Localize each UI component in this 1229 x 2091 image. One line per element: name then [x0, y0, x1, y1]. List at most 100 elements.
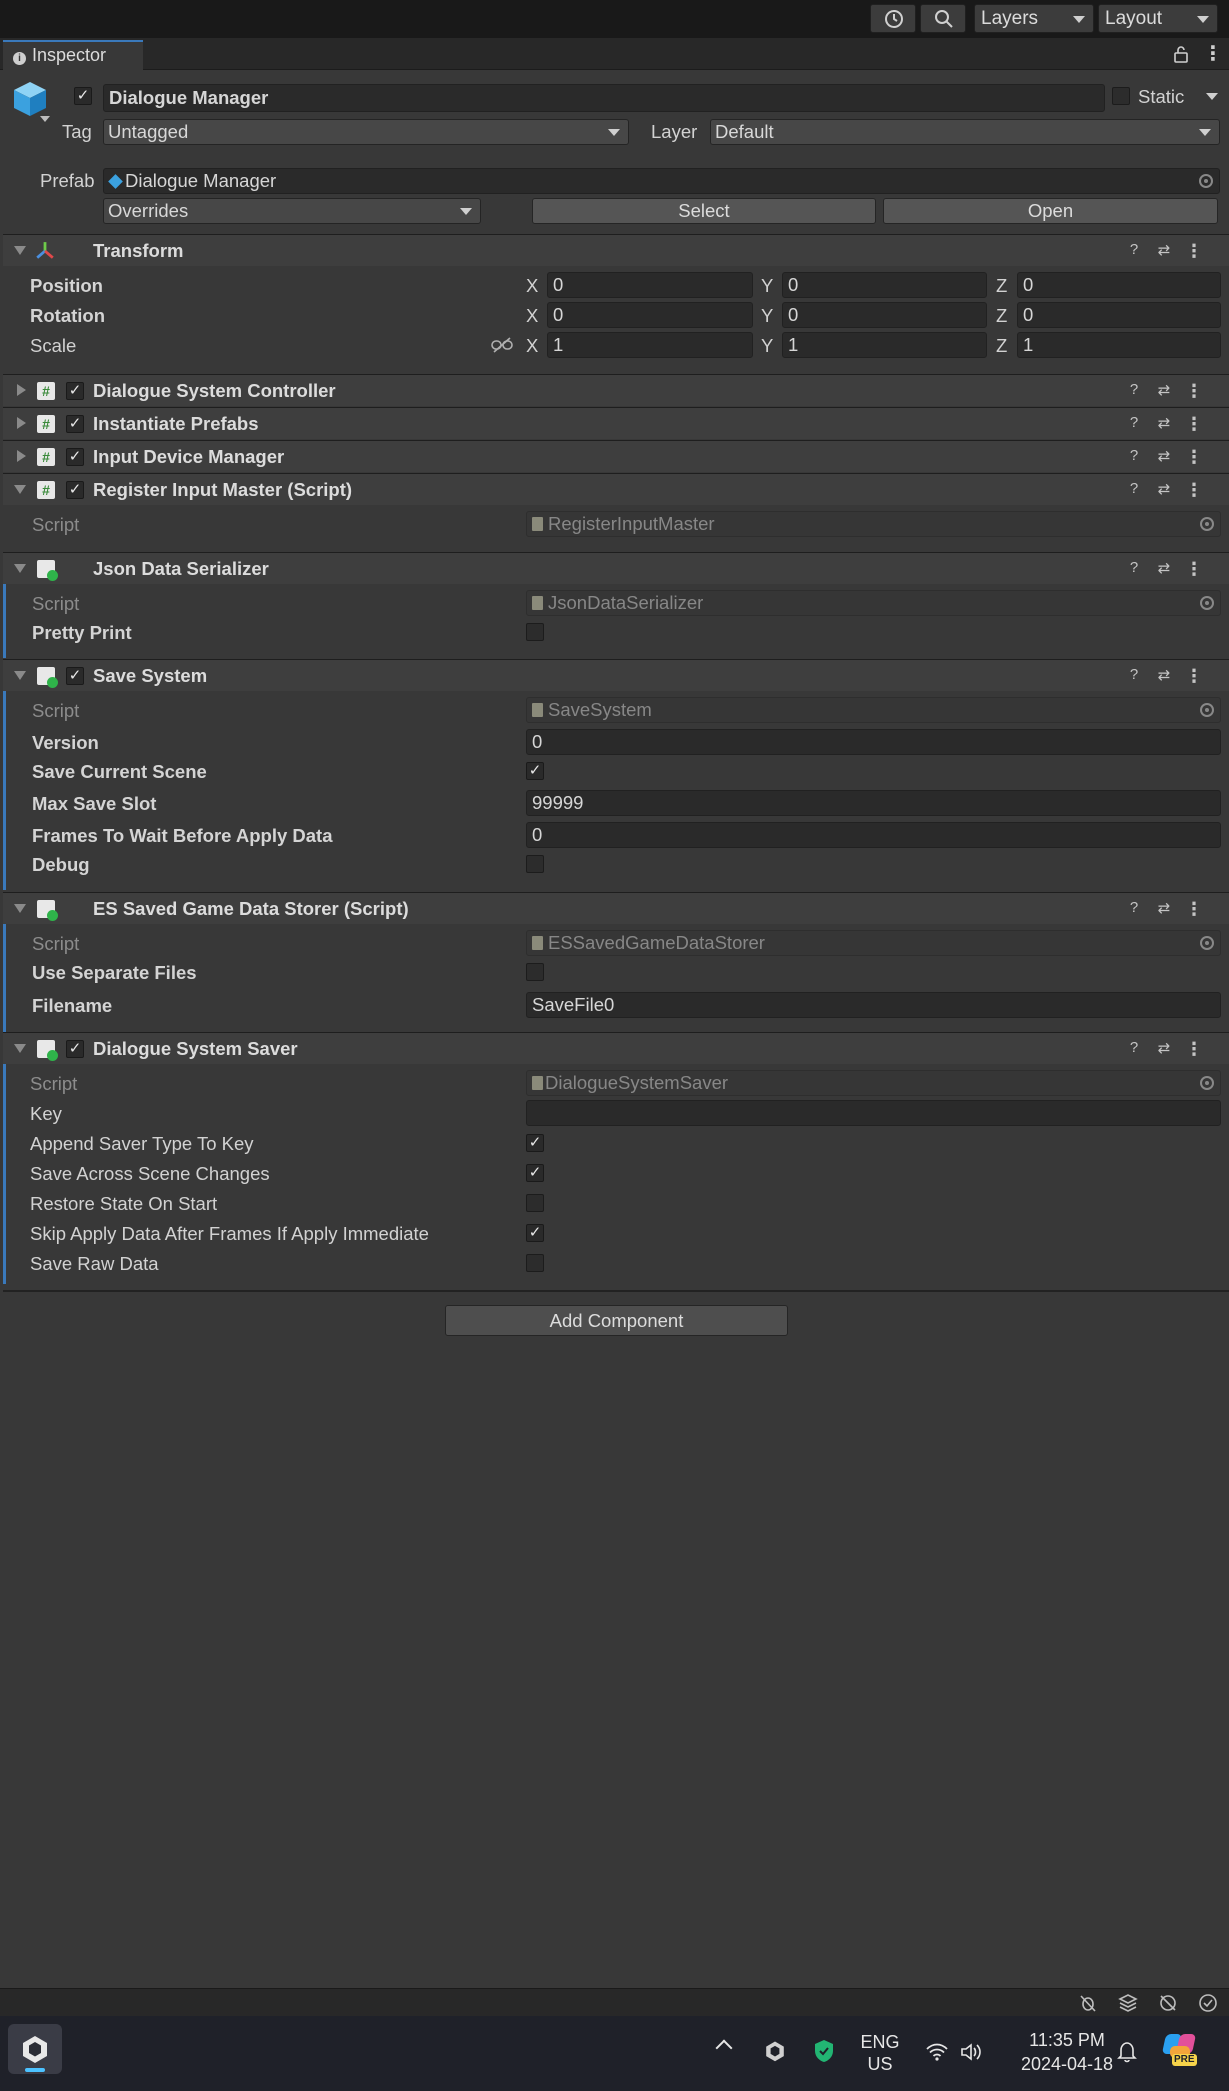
rotation-y-field[interactable]: 0 — [782, 302, 987, 328]
rotation-x-field[interactable]: 0 — [547, 302, 753, 328]
help-icon[interactable]: ? — [1125, 480, 1143, 500]
add-component-button[interactable]: Add Component — [445, 1305, 788, 1336]
presets-icon[interactable]: ⇄ — [1155, 666, 1173, 686]
help-icon[interactable]: ? — [1125, 899, 1143, 919]
chevron-up-icon[interactable] — [715, 2039, 733, 2057]
save-raw-data-checkbox[interactable] — [526, 1254, 544, 1272]
save-current-scene-checkbox[interactable]: ✓ — [526, 762, 544, 780]
volume-icon[interactable] — [960, 2042, 984, 2062]
component-header-instantiate-prefabs[interactable]: # ✓ Instantiate Prefabs ? ⇄ ⋮ — [3, 407, 1229, 439]
help-icon[interactable]: ? — [1125, 447, 1143, 467]
component-header-register-input-master[interactable]: # ✓ Register Input Master (Script) ? ⇄ ⋮ — [3, 473, 1229, 505]
enabled-checkbox[interactable]: ✓ — [66, 415, 84, 433]
presets-icon[interactable]: ⇄ — [1155, 559, 1173, 579]
layers-dropdown[interactable]: Layers — [974, 4, 1094, 33]
foldout-arrow-icon[interactable] — [14, 485, 26, 494]
component-header-input-device-manager[interactable]: # ✓ Input Device Manager ? ⇄ ⋮ — [3, 440, 1229, 472]
scale-y-field[interactable]: 1 — [782, 332, 987, 358]
foldout-arrow-icon[interactable] — [14, 904, 26, 913]
scale-z-field[interactable]: 1 — [1017, 332, 1221, 358]
search-button[interactable] — [920, 4, 966, 33]
object-picker-icon[interactable] — [1200, 1076, 1214, 1090]
more-menu-icon[interactable]: ⋮ — [1203, 41, 1223, 66]
component-header-save-system[interactable]: ✓ Save System ? ⇄ ⋮ — [3, 659, 1229, 691]
foldout-arrow-icon[interactable] — [17, 417, 26, 429]
context-menu-icon[interactable]: ⋮ — [1185, 447, 1203, 467]
filename-field[interactable]: SaveFile0 — [526, 992, 1221, 1018]
lock-icon[interactable] — [1173, 45, 1189, 63]
component-header-dialogue-system-saver[interactable]: ✓ Dialogue System Saver ? ⇄ ⋮ — [3, 1032, 1229, 1064]
position-y-field[interactable]: 0 — [782, 272, 987, 298]
tag-dropdown[interactable]: Untagged — [103, 119, 629, 145]
foldout-arrow-icon[interactable] — [14, 246, 26, 255]
object-picker-icon[interactable] — [1200, 936, 1214, 950]
save-across-scene-checkbox[interactable]: ✓ — [526, 1164, 544, 1182]
enabled-checkbox[interactable]: ✓ — [66, 382, 84, 400]
open-button[interactable]: Open — [883, 198, 1218, 224]
foldout-arrow-icon[interactable] — [14, 1044, 26, 1053]
enabled-checkbox[interactable]: ✓ — [66, 481, 84, 499]
presets-icon[interactable]: ⇄ — [1155, 480, 1173, 500]
enabled-checkbox[interactable]: ✓ — [66, 448, 84, 466]
max-save-slot-field[interactable]: 99999 — [526, 790, 1221, 816]
context-menu-icon[interactable]: ⋮ — [1185, 480, 1203, 500]
stack-icon[interactable] — [1118, 1993, 1138, 2013]
foldout-arrow-icon[interactable] — [14, 671, 26, 680]
context-menu-icon[interactable]: ⋮ — [1185, 666, 1203, 686]
restore-state-checkbox[interactable] — [526, 1194, 544, 1212]
object-picker-icon[interactable] — [1200, 703, 1214, 717]
clock[interactable]: 11:35 PM 2024-04-18 — [1005, 2028, 1129, 2076]
presets-icon[interactable]: ⇄ — [1155, 241, 1173, 261]
help-icon[interactable]: ? — [1125, 381, 1143, 401]
overrides-dropdown[interactable]: Overrides — [103, 198, 481, 224]
help-icon[interactable]: ? — [1125, 414, 1143, 434]
context-menu-icon[interactable]: ⋮ — [1185, 414, 1203, 434]
presets-icon[interactable]: ⇄ — [1155, 381, 1173, 401]
transform-header[interactable]: Transform ? ⇄ ⋮ — [3, 234, 1229, 266]
presets-icon[interactable]: ⇄ — [1155, 447, 1173, 467]
language-indicator[interactable]: ENG US — [856, 2031, 904, 2075]
check-circle-icon[interactable] — [1198, 1993, 1218, 2013]
object-picker-icon[interactable] — [1200, 596, 1214, 610]
rotation-z-field[interactable]: 0 — [1017, 302, 1221, 328]
context-menu-icon[interactable]: ⋮ — [1185, 381, 1203, 401]
static-dropdown-icon[interactable] — [1206, 93, 1218, 100]
version-field[interactable]: 0 — [526, 729, 1221, 755]
skip-apply-data-checkbox[interactable]: ✓ — [526, 1224, 544, 1242]
prefab-field[interactable]: Dialogue Manager — [103, 168, 1220, 194]
unity-hub-icon[interactable] — [764, 2040, 786, 2062]
position-z-field[interactable]: 0 — [1017, 272, 1221, 298]
component-header-json-data-serializer[interactable]: Json Data Serializer ? ⇄ ⋮ — [3, 552, 1229, 584]
help-icon[interactable]: ? — [1125, 1039, 1143, 1059]
key-field[interactable] — [526, 1100, 1221, 1126]
object-picker-icon[interactable] — [1199, 174, 1213, 188]
position-x-field[interactable]: 0 — [547, 272, 753, 298]
active-checkbox[interactable]: ✓ — [74, 87, 92, 105]
pretty-print-checkbox[interactable] — [526, 623, 544, 641]
component-header-es-saved-game-data-storer[interactable]: ES Saved Game Data Storer (Script) ? ⇄ ⋮ — [3, 892, 1229, 924]
enabled-checkbox[interactable]: ✓ — [66, 1040, 84, 1058]
network-off-icon[interactable] — [1158, 1993, 1178, 2013]
layer-dropdown[interactable]: Default — [710, 119, 1220, 145]
presets-icon[interactable]: ⇄ — [1155, 414, 1173, 434]
copilot-icon[interactable]: PRE — [1161, 2032, 1198, 2068]
select-button[interactable]: Select — [532, 198, 876, 224]
append-saver-type-checkbox[interactable]: ✓ — [526, 1134, 544, 1152]
bug-off-icon[interactable] — [1078, 1993, 1098, 2013]
unity-app-button[interactable] — [8, 2024, 62, 2074]
foldout-arrow-icon[interactable] — [14, 564, 26, 573]
context-menu-icon[interactable]: ⋮ — [1185, 899, 1203, 919]
foldout-arrow-icon[interactable] — [17, 384, 26, 396]
wifi-icon[interactable] — [925, 2042, 949, 2062]
frames-field[interactable]: 0 — [526, 822, 1221, 848]
debug-checkbox[interactable] — [526, 855, 544, 873]
help-icon[interactable]: ? — [1125, 241, 1143, 261]
layout-dropdown[interactable]: Layout — [1098, 4, 1218, 33]
history-button[interactable] — [870, 4, 916, 33]
context-menu-icon[interactable]: ⋮ — [1185, 559, 1203, 579]
component-header-dialogue-system-controller[interactable]: # ✓ Dialogue System Controller ? ⇄ ⋮ — [3, 374, 1229, 406]
static-checkbox[interactable] — [1112, 87, 1130, 105]
bell-icon[interactable] — [1116, 2040, 1138, 2064]
context-menu-icon[interactable]: ⋮ — [1185, 1039, 1203, 1059]
constrain-proportions-icon[interactable] — [491, 337, 513, 353]
